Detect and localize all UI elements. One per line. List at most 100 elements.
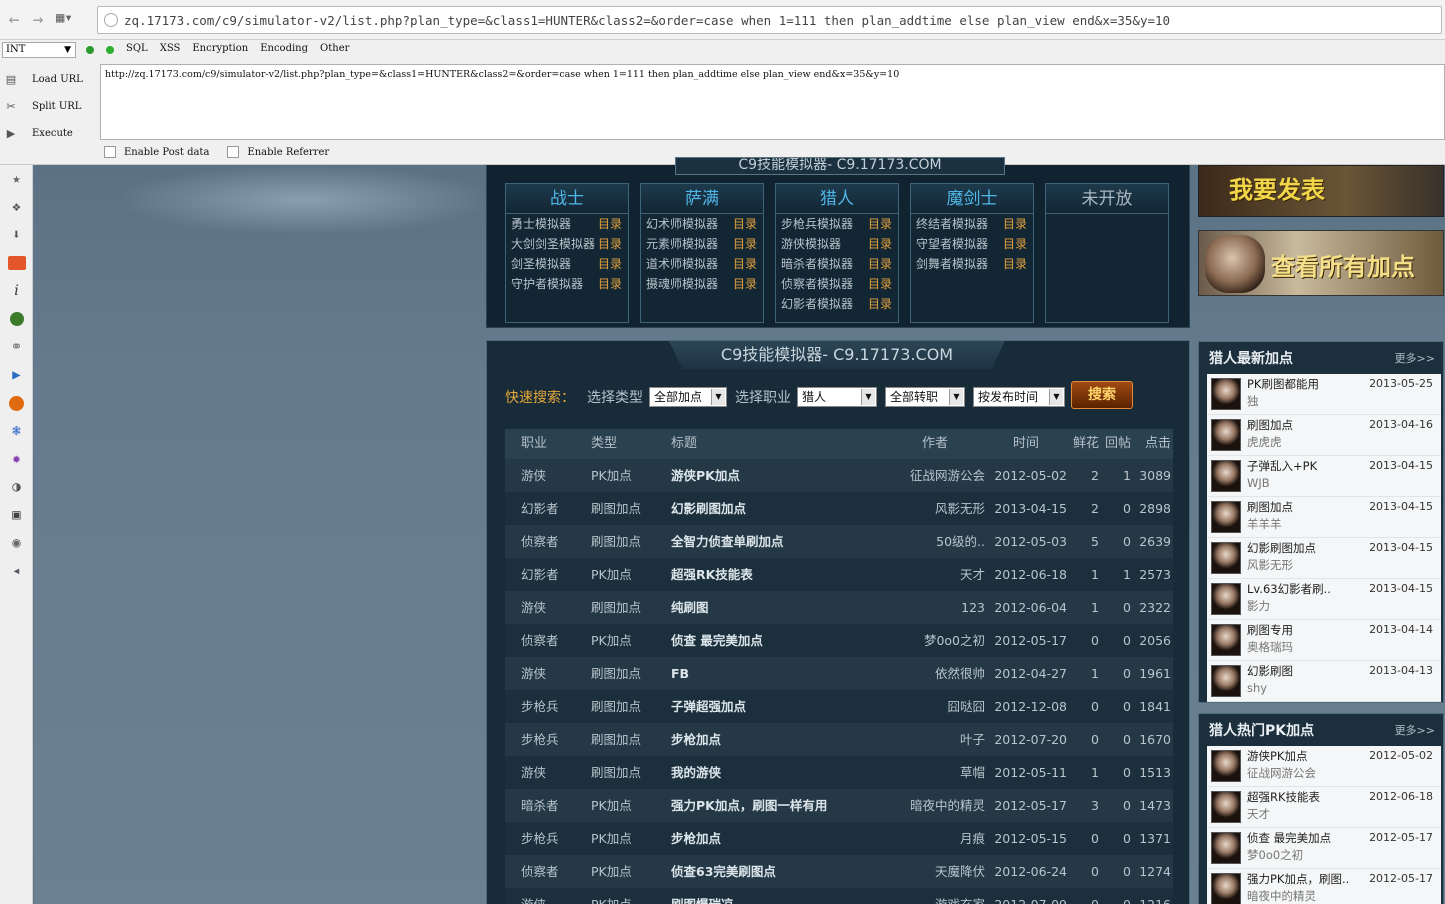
cell-title[interactable]: 刷图爆瑞凉 — [655, 888, 885, 904]
table-row[interactable]: 侦察者 PK加点 侦查63完美刷图点 天魔降伏 2012-06-24 0 0 1274 — [505, 855, 1173, 888]
side-list-item[interactable]: PK刷图都能用独 2013-05-25 — [1207, 374, 1441, 415]
item-title[interactable]: 子弹乱入+PK — [1247, 458, 1317, 475]
simulator-link[interactable]: 剑圣模拟器 — [511, 254, 571, 274]
more-link[interactable]: 更多>> — [1395, 722, 1435, 738]
order-select[interactable]: 按发布时间 ▼ — [973, 387, 1065, 407]
side-list-item[interactable]: 侦查 最完美加点 梦0o0之初 2012-05-17 — [1207, 828, 1441, 869]
table-row[interactable]: 游侠 刷图加点 FB 依然很帅 2012-04-27 1 0 1961 — [505, 657, 1173, 690]
item-title[interactable]: 强力PK加点，刷图.. — [1247, 871, 1349, 888]
table-row[interactable]: 幻影者 PK加点 超强RK技能表 天才 2012-06-18 1 1 2573 — [505, 558, 1173, 591]
tag-icon[interactable]: ◂ — [0, 557, 33, 585]
all-plans-banner[interactable]: 查看所有加点 — [1198, 230, 1444, 296]
item-title[interactable]: PK刷图都能用 — [1247, 376, 1319, 393]
menu-link[interactable]: 目录 — [1003, 234, 1027, 254]
table-row[interactable]: 侦察者 刷图加点 全智力侦查单刷加点 50级的.. 2012-05-03 5 0 2639 — [505, 525, 1173, 558]
menu-link[interactable]: 目录 — [598, 274, 622, 294]
side-list-item[interactable]: 刷图加点 虎虎虎 2013-04-16 — [1207, 415, 1441, 456]
item-title[interactable]: 超强RK技能表 — [1247, 789, 1320, 806]
side-list-item[interactable]: 子弹乱入+PK WJB 2013-04-15 — [1207, 456, 1441, 497]
forward-arrow-icon[interactable]: → — [28, 9, 48, 31]
class-name[interactable]: 战士 — [506, 184, 628, 214]
menu-link[interactable]: 目录 — [868, 274, 892, 294]
star-icon[interactable]: ★ — [0, 165, 33, 193]
execute-button[interactable]: ▶ Execute — [0, 120, 100, 147]
menu-link[interactable]: 目录 — [868, 254, 892, 274]
plus-icon[interactable] — [106, 46, 114, 54]
table-row[interactable]: 步枪兵 刷图加点 子弹超强加点 囧哒囧 2012-12-08 0 0 1841 — [505, 690, 1173, 723]
table-row[interactable]: 暗杀者 PK加点 强力PK加点，刷图一样有用 暗夜中的精灵 2012-05-17 3 0 14… — [505, 789, 1173, 822]
menu-encoding[interactable]: Encoding — [260, 43, 308, 54]
table-row[interactable]: 幻影者 刷图加点 幻影刷图加点 风影无形 2013-04-15 2 0 2898 — [505, 492, 1173, 525]
gear-icon[interactable]: ✹ — [0, 445, 33, 473]
simulator-link[interactable]: 游侠模拟器 — [781, 234, 841, 254]
window-icon[interactable]: ▣ — [0, 501, 33, 529]
side-list-item[interactable]: Lv.63幻影者刷.. 影力 2013-04-15 — [1207, 579, 1441, 620]
back-arrow-icon[interactable]: ← — [4, 9, 24, 31]
table-row[interactable]: 游侠 PK加点 游侠PK加点 征战网游公会 2012-05-02 2 1 3089 — [505, 459, 1173, 492]
simulator-link[interactable]: 勇士模拟器 — [511, 214, 571, 234]
simulator-link[interactable]: 幻术师模拟器 — [646, 214, 718, 234]
web-developer-icon[interactable] — [0, 249, 33, 277]
menu-link[interactable]: 目录 — [868, 294, 892, 314]
item-title[interactable]: 幻影刷图加点 — [1247, 540, 1316, 557]
side-list-item[interactable]: 幻影刷图 shy 2013-04-13 — [1207, 661, 1441, 702]
enable-referrer-checkbox[interactable]: Enable Referrer — [227, 146, 329, 158]
menu-other[interactable]: Other — [320, 43, 349, 54]
table-row[interactable]: 游侠PK加点刷图爆瑞凉游戏玄家2012-07-09001216 — [505, 888, 1173, 904]
hackbar-url-textarea[interactable]: http://zq.17173.com/c9/simulator-v2/list… — [100, 64, 1445, 140]
simulator-link[interactable]: 元素师模拟器 — [646, 234, 718, 254]
palette-icon[interactable]: ◑ — [0, 473, 33, 501]
simulator-link[interactable]: 守望者模拟器 — [916, 234, 988, 254]
simulator-link[interactable]: 守护者模拟器 — [511, 274, 583, 294]
menu-link[interactable]: 目录 — [733, 274, 757, 294]
item-title[interactable]: 刷图专用 — [1247, 622, 1293, 639]
cell-title[interactable]: FB — [655, 657, 885, 690]
type-select[interactable]: 全部加点 ▼ — [649, 387, 727, 407]
cell-title[interactable]: 强力PK加点，刷图一样有用 — [655, 789, 885, 822]
menu-link[interactable]: 目录 — [733, 214, 757, 234]
apps-grid-icon[interactable]: ▦▾ — [56, 10, 88, 30]
menu-xss[interactable]: XSS — [160, 43, 181, 54]
menu-link[interactable]: 目录 — [598, 254, 622, 274]
item-title[interactable]: Lv.63幻影者刷.. — [1247, 581, 1331, 598]
simulator-link[interactable]: 终结者模拟器 — [916, 214, 988, 234]
green-globe-icon[interactable] — [0, 305, 33, 333]
class-name[interactable]: 萨满 — [641, 184, 763, 214]
cell-title[interactable]: 步枪加点 — [655, 822, 885, 855]
url-text[interactable]: zq.17173.com/c9/simulator-v2/list.php?pl… — [124, 13, 1170, 28]
minus-icon[interactable] — [86, 46, 94, 54]
menu-link[interactable]: 目录 — [1003, 214, 1027, 234]
cell-title[interactable]: 纯刷图 — [655, 591, 885, 624]
simulator-link[interactable]: 暗杀者模拟器 — [781, 254, 853, 274]
menu-sql[interactable]: SQL — [126, 43, 148, 54]
menu-link[interactable]: 目录 — [868, 214, 892, 234]
cell-title[interactable]: 全智力侦查单刷加点 — [655, 525, 885, 558]
cell-title[interactable]: 子弹超强加点 — [655, 690, 885, 723]
firebug-icon[interactable] — [0, 389, 33, 417]
item-title[interactable]: 游侠PK加点 — [1247, 748, 1316, 765]
side-list-item[interactable]: 超强RK技能表 天才 2012-06-18 — [1207, 787, 1441, 828]
url-bar[interactable]: zq.17173.com/c9/simulator-v2/list.php?pl… — [97, 6, 1442, 34]
simulator-link[interactable]: 侦察者模拟器 — [781, 274, 853, 294]
enable-post-data-checkbox[interactable]: Enable Post data — [104, 146, 209, 158]
cell-title[interactable]: 步枪加点 — [655, 723, 885, 756]
class-name[interactable]: 猎人 — [776, 184, 898, 214]
side-list-item[interactable]: 刷图加点 羊羊羊 2013-04-15 — [1207, 497, 1441, 538]
selector-icon[interactable]: ▶ — [0, 361, 33, 389]
table-row[interactable]: 步枪兵 刷图加点 步枪加点 叶子 2012-07-20 0 0 1670 — [505, 723, 1173, 756]
simulator-link[interactable]: 步枪兵模拟器 — [781, 214, 853, 234]
puzzle-icon[interactable]: ❖ — [0, 193, 33, 221]
item-title[interactable]: 幻影刷图 — [1247, 663, 1293, 680]
more-link[interactable]: 更多>> — [1395, 350, 1435, 366]
item-title[interactable]: 刷图加点 — [1247, 417, 1293, 434]
globe-icon[interactable]: ◉ — [0, 529, 33, 557]
simulator-link[interactable]: 大剑剑圣模拟器 — [511, 234, 595, 254]
post-plan-banner[interactable]: 我要发表 — [1198, 165, 1444, 217]
side-list-item[interactable]: 刷图专用 奥格瑞玛 2013-04-14 — [1207, 620, 1441, 661]
cell-title[interactable]: 侦查 最完美加点 — [655, 624, 885, 657]
info-icon[interactable]: i — [0, 277, 33, 305]
menu-link[interactable]: 目录 — [868, 234, 892, 254]
checkbox-box[interactable] — [104, 146, 116, 158]
simulator-link[interactable]: 道术师模拟器 — [646, 254, 718, 274]
table-row[interactable]: 侦察者 PK加点 侦查 最完美加点 梦0o0之初 2012-05-17 0 0 2056 — [505, 624, 1173, 657]
